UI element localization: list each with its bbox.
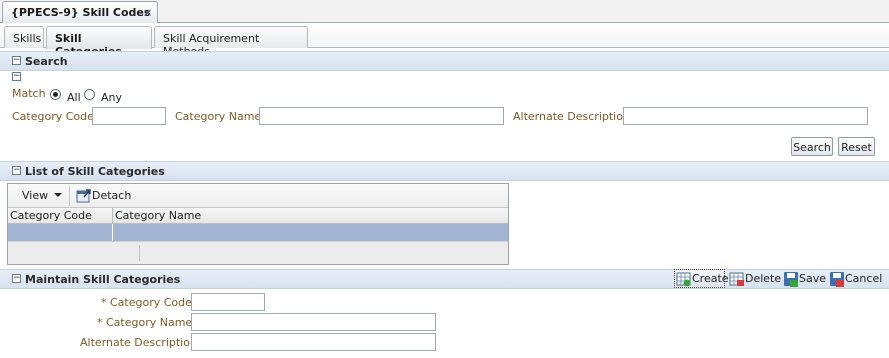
delete-label: Delete: [745, 272, 782, 285]
search-category-code-label: Category Code: [12, 110, 94, 123]
reset-button[interactable]: Reset: [838, 137, 875, 156]
column-header-category-name[interactable]: Category Name: [115, 209, 201, 222]
column-divider: [112, 208, 113, 224]
collapse-search-icon[interactable]: −: [12, 56, 21, 65]
save-label: Save: [799, 272, 827, 285]
search-category-name-input[interactable]: [259, 107, 504, 125]
delete-icon: [729, 272, 744, 286]
collapse-maintain-icon[interactable]: −: [12, 274, 21, 283]
document-tab-title: {PPECS-9} Skill Codes: [11, 6, 151, 19]
search-alternate-description-input[interactable]: [623, 107, 868, 125]
search-alternate-description-label: Alternate Description: [513, 110, 630, 123]
sub-tab-strip: Skills Skill Categories Skill Acquiremen…: [0, 23, 889, 58]
collapse-search-criteria-icon[interactable]: −: [12, 72, 21, 81]
detach-label: Detach: [92, 189, 132, 202]
cancel-icon: [830, 272, 844, 287]
search-category-name-label: Category Name: [175, 110, 262, 123]
maintain-alternate-description-input[interactable]: [191, 333, 436, 351]
cancel-button[interactable]: Cancel: [828, 270, 882, 288]
skill-categories-table: View Detach Category Code Category Name: [7, 183, 509, 265]
search-category-code-input[interactable]: [92, 107, 166, 125]
delete-button[interactable]: Delete: [728, 270, 782, 288]
document-tab-strip: {PPECS-9} Skill Codes ×: [0, 0, 889, 23]
list-section-title: List of Skill Categories: [25, 165, 165, 178]
table-footer: [8, 241, 508, 264]
match-label: Match: [12, 87, 46, 100]
collapse-list-icon[interactable]: −: [12, 166, 21, 175]
column-header-category-code[interactable]: Category Code: [10, 209, 92, 222]
tab-skill-acquirement-methods[interactable]: Skill Acquirement Methods: [154, 26, 308, 58]
create-label: Create: [692, 272, 729, 285]
view-menu[interactable]: View: [14, 188, 70, 204]
cancel-label: Cancel: [845, 272, 883, 285]
list-section-header: List of Skill Categories: [0, 161, 889, 181]
search-section-title: Search: [25, 55, 68, 68]
create-icon: [676, 272, 691, 287]
detach-button[interactable]: Detach: [76, 188, 136, 205]
maintain-alternate-description-label: Alternate Description: [80, 336, 197, 349]
table-toolbar: View Detach: [8, 184, 508, 208]
match-all-radio[interactable]: [50, 89, 61, 100]
maintain-category-name-input[interactable]: [191, 313, 436, 331]
tab-skills-label: Skills: [13, 32, 42, 45]
search-section-header: Search: [0, 51, 889, 71]
maintain-section-title: Maintain Skill Categories: [25, 273, 181, 286]
maintain-category-code-input[interactable]: [191, 293, 265, 311]
document-tab-skill-codes[interactable]: {PPECS-9} Skill Codes ×: [2, 1, 158, 23]
match-any-radio[interactable]: [84, 89, 95, 100]
table-header-row: Category Code Category Name: [8, 208, 508, 224]
chevron-down-icon: [54, 193, 62, 197]
tab-skills[interactable]: Skills: [4, 26, 44, 48]
footer-divider: [139, 245, 140, 261]
table-row[interactable]: [8, 224, 508, 241]
detach-icon: [76, 189, 91, 203]
tab-skill-categories[interactable]: Skill Categories: [46, 26, 152, 58]
save-button[interactable]: Save: [782, 270, 827, 288]
search-button[interactable]: Search: [791, 137, 833, 156]
maintain-category-code-label: * Category Code: [101, 296, 192, 309]
close-tab-icon[interactable]: ×: [143, 6, 152, 19]
row-cell-divider: [112, 224, 113, 241]
view-menu-label: View: [22, 189, 49, 202]
match-all-label: All: [67, 91, 81, 104]
create-button[interactable]: Create: [674, 269, 729, 288]
save-icon: [784, 272, 798, 287]
match-any-label: Any: [101, 91, 123, 104]
maintain-category-name-label: * Category Name: [97, 316, 193, 329]
toolbar-divider: [69, 186, 70, 206]
